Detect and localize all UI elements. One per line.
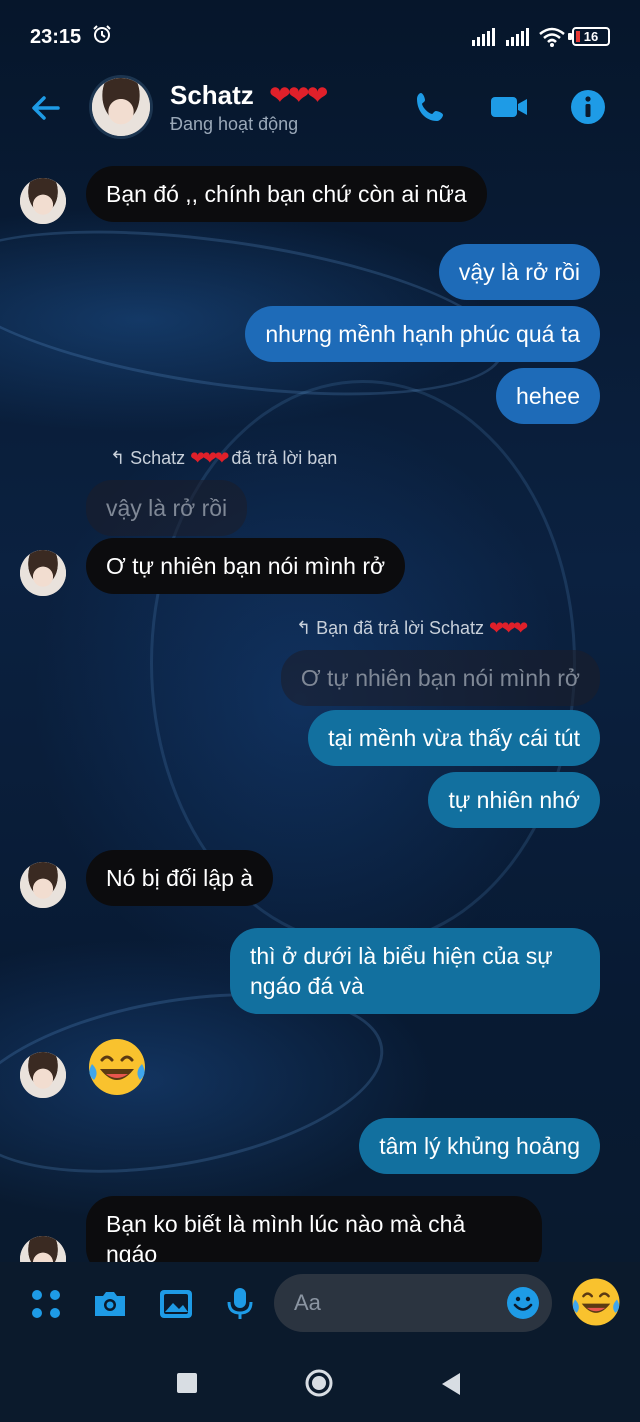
reply-arrow-icon: ↰	[110, 448, 126, 468]
contact-avatar[interactable]	[92, 78, 150, 136]
contact-avatar-small[interactable]	[20, 550, 66, 596]
status-bar: 23:15 16	[0, 0, 640, 70]
alarm-icon	[93, 25, 111, 43]
received-message[interactable]: Nó bị đối lập à	[86, 850, 274, 906]
laughing-tears-emoji-icon[interactable]	[86, 1036, 148, 1098]
quoted-message[interactable]: Ơ tự nhiên bạn nói mình rở	[280, 650, 600, 706]
info-icon[interactable]	[569, 88, 607, 126]
sent-message[interactable]: tại mềnh vừa thấy cái tút	[308, 710, 600, 766]
reply-sender: Bạn đã trả lời Schatz	[316, 618, 484, 638]
wifi-icon	[539, 27, 565, 47]
message-input-placeholder: Aa	[294, 1290, 321, 1315]
received-message[interactable]: Bạn đó ,, chính bạn chứ còn ai nữa	[86, 166, 487, 222]
gallery-image-icon[interactable]	[158, 1286, 194, 1322]
reply-arrow-icon: ↰	[296, 618, 312, 638]
quoted-message[interactable]: vậy là rở rồi	[86, 480, 248, 536]
contact-avatar-small[interactable]	[20, 1052, 66, 1098]
reply-sender: Schatz	[130, 448, 186, 468]
hearts-emoji: ❤❤❤	[489, 618, 528, 638]
recents-square-icon[interactable]	[176, 1372, 198, 1394]
chat-header: Schatz ❤❤❤ Đang hoạt động	[0, 70, 640, 150]
contact-avatar-small[interactable]	[20, 862, 66, 908]
message-composer: Aa	[0, 1262, 640, 1348]
quick-reaction-emoji-icon[interactable]	[570, 1276, 622, 1328]
reply-label: ↰ Schatz ❤❤❤ đã trả lời bạn	[110, 448, 337, 469]
signal-icon-2	[506, 28, 529, 46]
video-call-icon[interactable]	[490, 88, 528, 126]
phone-call-icon[interactable]	[412, 88, 450, 126]
camera-icon[interactable]	[92, 1286, 128, 1322]
contact-status: Đang hoạt động	[170, 114, 299, 134]
received-message[interactable]: Ơ tự nhiên bạn nói mình rở	[86, 538, 406, 594]
hearts-emoji: ❤❤❤	[269, 80, 328, 110]
back-triangle-icon[interactable]	[440, 1372, 462, 1396]
message-input[interactable]: Aa	[274, 1274, 552, 1332]
sent-message[interactable]: tâm lý khủng hoảng	[359, 1118, 600, 1174]
microphone-icon[interactable]	[222, 1286, 258, 1322]
apps-grid-icon[interactable]	[28, 1286, 64, 1322]
emoji-picker-icon[interactable]	[506, 1286, 540, 1320]
sent-message[interactable]: tự nhiên nhớ	[428, 772, 600, 828]
contact-name-text: Schatz	[170, 80, 254, 110]
contact-name[interactable]: Schatz ❤❤❤	[170, 80, 328, 111]
hearts-emoji: ❤❤❤	[190, 448, 229, 468]
battery-indicator: 16	[568, 27, 610, 46]
clock: 23:15	[30, 26, 82, 48]
contact-avatar-small[interactable]	[20, 178, 66, 224]
system-navigation-bar	[0, 1348, 640, 1422]
sent-message[interactable]: thì ở dưới là biểu hiện của sự ngáo đá v…	[230, 928, 600, 1014]
home-circle-icon[interactable]	[304, 1368, 334, 1398]
back-arrow-icon[interactable]	[28, 90, 64, 126]
battery-level: 16	[583, 29, 599, 44]
signal-icon	[472, 28, 495, 46]
sent-message[interactable]: hehee	[496, 368, 600, 424]
sent-message[interactable]: nhưng mềnh hạnh phúc quá ta	[245, 306, 600, 362]
reply-label: ↰ Bạn đã trả lời Schatz ❤❤❤	[296, 618, 528, 639]
reply-suffix: đã trả lời bạn	[231, 448, 338, 468]
sent-message[interactable]: vậy là rở rồi	[438, 244, 600, 300]
